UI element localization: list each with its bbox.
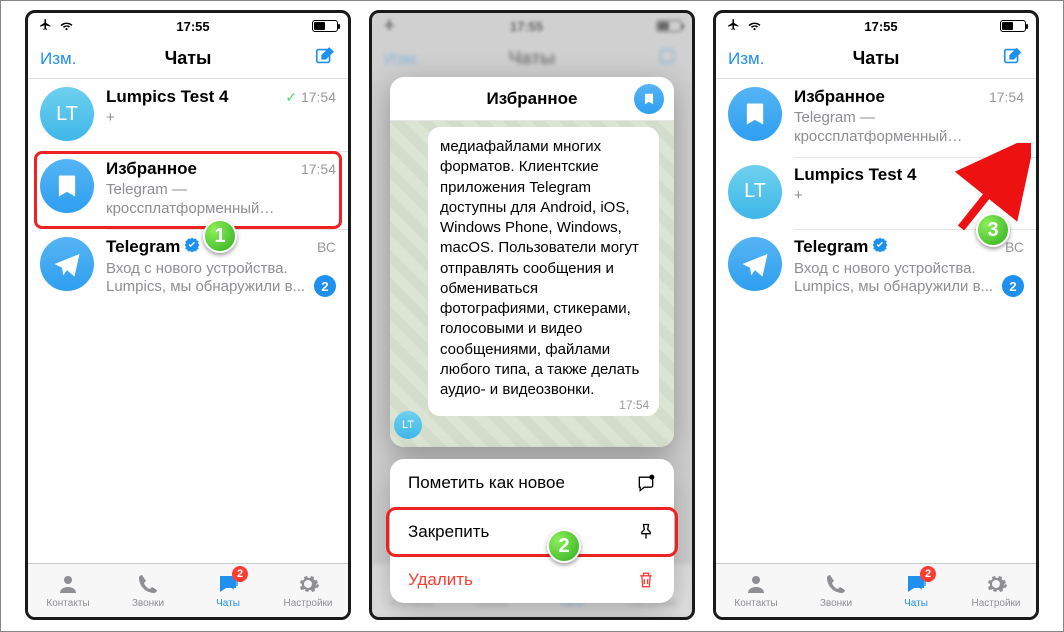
wifi-icon: [747, 18, 762, 34]
message-bubble: медиафайлами многих форматов. Клиентские…: [428, 127, 659, 416]
verified-icon: [184, 237, 200, 258]
nav-header: Изм. Чаты: [716, 39, 1036, 79]
avatar-saved: [40, 159, 94, 213]
screenshot-2: 17:55 Изм. Чаты Контакты Звонки Чаты Нас…: [369, 10, 695, 620]
chat-time: 17:54: [989, 89, 1024, 105]
chat-preview: Вход с нового устройства. Lumpics, мы об…: [794, 260, 1024, 298]
tab-chats[interactable]: 2Чаты: [876, 564, 956, 617]
calls-icon: [135, 572, 161, 596]
trash-icon: [636, 570, 656, 590]
check-icon: ✓: [285, 89, 297, 106]
preview-header: Избранное: [390, 77, 674, 121]
chat-name: Избранное: [794, 87, 885, 107]
chat-time: 17:54: [301, 161, 336, 177]
status-bar: 17:55: [28, 13, 348, 39]
bookmark-icon: [53, 172, 81, 200]
edit-button[interactable]: Изм.: [40, 49, 76, 69]
chat-preview: +: [794, 187, 1024, 206]
preview-body: медиафайлами многих форматов. Клиентские…: [390, 121, 674, 447]
tab-badge: 2: [232, 566, 248, 582]
gear-icon: [983, 572, 1009, 596]
chat-preview: +: [106, 109, 336, 128]
tab-bar: Контакты Звонки 2Чаты Настройки: [716, 563, 1036, 617]
compose-icon: [314, 45, 336, 67]
wifi-icon: [59, 18, 74, 34]
calls-icon: [823, 572, 849, 596]
chat-unread-icon: [636, 473, 656, 493]
tab-contacts[interactable]: Контакты: [716, 564, 796, 617]
chat-row-lumpics[interactable]: LT Lumpics Test 4 ✓17:54 +: [716, 157, 1036, 229]
tab-contacts[interactable]: Контакты: [28, 564, 108, 617]
edit-button[interactable]: Изм.: [728, 49, 764, 69]
chat-name: Telegram: [106, 237, 180, 257]
chat-preview: Telegram — кроссплатформенный мессенджер…: [794, 109, 1024, 147]
telegram-icon: [740, 249, 770, 279]
preview-title: Избранное: [487, 89, 578, 109]
chat-day: ВС: [1005, 239, 1024, 255]
action-mark-new[interactable]: Пометить как новое: [390, 459, 674, 507]
chat-name: Lumpics Test 4: [794, 165, 917, 185]
battery-icon: [1000, 20, 1026, 32]
chat-preview: Telegram — кроссплатформенный мессенджер…: [106, 181, 336, 219]
bubble-time: 17:54: [619, 397, 649, 413]
screenshot-3: 17:55 Изм. Чаты Избранное 17:54 Telegram…: [713, 10, 1039, 620]
telegram-icon: [52, 249, 82, 279]
status-bar: 17:55: [716, 13, 1036, 39]
status-time: 17:55: [864, 19, 897, 34]
tab-settings[interactable]: Настройки: [268, 564, 348, 617]
tab-bar: Контакты Звонки 2Чаты Настройки: [28, 563, 348, 617]
chat-list: Избранное 17:54 Telegram — кроссплатформ…: [716, 79, 1036, 563]
chat-preview-card: Избранное медиафайлами многих форматов. …: [390, 77, 674, 447]
verified-icon: [872, 237, 888, 258]
chat-row-telegram[interactable]: Telegram ВС Вход с нового устройства. Lu…: [28, 229, 348, 308]
airplane-mode-icon: [38, 18, 53, 34]
tab-settings[interactable]: Настройки: [956, 564, 1036, 617]
gear-icon: [295, 572, 321, 596]
tab-badge: 2: [920, 566, 936, 582]
pin-icon: [636, 522, 656, 542]
chat-name: Избранное: [106, 159, 197, 179]
chat-row-telegram[interactable]: Telegram ВС Вход с нового устройства. Lu…: [716, 229, 1036, 308]
airplane-mode-icon: [726, 18, 741, 34]
chat-row-saved[interactable]: Избранное 17:54 Telegram — кроссплатформ…: [28, 151, 348, 229]
chat-row-lumpics[interactable]: LT Lumpics Test 4 ✓17:54 +: [28, 79, 348, 151]
tab-calls[interactable]: Звонки: [796, 564, 876, 617]
contacts-icon: [743, 572, 769, 596]
status-time: 17:55: [176, 19, 209, 34]
avatar-telegram: [728, 237, 782, 291]
unread-badge: 2: [1002, 275, 1024, 297]
compose-button[interactable]: [314, 45, 336, 72]
compose-icon: [1002, 45, 1024, 67]
status-bar: 17:55: [372, 13, 692, 39]
bookmark-icon: [741, 100, 769, 128]
screenshot-1: 17:55 Изм. Чаты LT Lumpics Test 4 ✓17:54…: [25, 10, 351, 620]
chat-preview: Вход с нового устройства. Lumpics, мы об…: [106, 260, 336, 298]
nav-header: Изм. Чаты: [28, 39, 348, 79]
tab-chats[interactable]: 2Чаты: [188, 564, 268, 617]
chat-list: LT Lumpics Test 4 ✓17:54 + Избранное 17:…: [28, 79, 348, 563]
chat-name: Lumpics Test 4: [106, 87, 229, 107]
check-icon: ✓: [973, 166, 985, 183]
avatar-saved: [728, 87, 782, 141]
action-delete[interactable]: Удалить: [390, 555, 674, 603]
avatar: LT: [728, 165, 782, 219]
nav-header-blur: Изм. Чаты: [372, 39, 692, 79]
tab-calls[interactable]: Звонки: [108, 564, 188, 617]
contacts-icon: [55, 572, 81, 596]
chat-day: ВС: [317, 239, 336, 255]
bookmark-icon: [634, 84, 664, 114]
context-menu: Пометить как новое Закрепить Удалить: [390, 459, 674, 603]
chat-name: Telegram: [794, 237, 868, 257]
chat-time: ✓17:54: [285, 89, 336, 106]
chat-time: ✓17:54: [973, 166, 1024, 183]
avatar-telegram: [40, 237, 94, 291]
compose-button[interactable]: [1002, 45, 1024, 72]
action-pin[interactable]: Закрепить: [390, 507, 674, 555]
unread-badge: 2: [314, 275, 336, 297]
chat-row-saved-pinned[interactable]: Избранное 17:54 Telegram — кроссплатформ…: [716, 79, 1036, 157]
avatar: LT: [40, 87, 94, 141]
preview-avatar: LT: [394, 411, 422, 439]
battery-icon: [312, 20, 338, 32]
